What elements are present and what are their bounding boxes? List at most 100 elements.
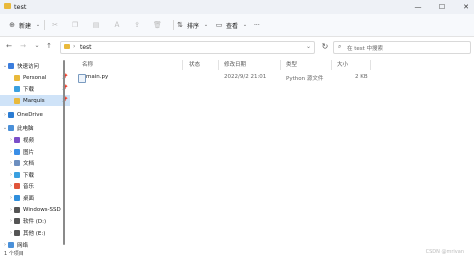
sidebar-item-label: 下载 xyxy=(23,86,35,93)
sidebar-item-label: 网络 xyxy=(17,242,29,249)
minimize-button[interactable]: — xyxy=(412,2,424,12)
sidebar-item-icon xyxy=(14,217,20,224)
sidebar-item[interactable]: › 其他 (E:) xyxy=(0,227,70,238)
column-divider[interactable] xyxy=(331,60,332,70)
title-bar: test — ☐ ✕ xyxy=(0,0,474,14)
plus-icon: ⊕ xyxy=(9,21,15,29)
sidebar-item-icon xyxy=(8,241,14,248)
sidebar-item-label: Personal xyxy=(23,74,47,81)
sidebar-scrollbar[interactable] xyxy=(63,60,65,245)
close-button[interactable]: ✕ xyxy=(460,2,472,12)
sidebar-item[interactable]: ⌄ 快速访问 xyxy=(0,60,64,71)
sidebar-item-label: OneDrive xyxy=(17,111,43,118)
sidebar-item-icon xyxy=(14,194,20,201)
share-icon: ⇪ xyxy=(134,21,140,29)
sidebar-item-label: 文档 xyxy=(23,160,35,167)
sidebar-item[interactable]: ⌄ 此电脑 xyxy=(0,122,64,133)
sidebar-item-label: 下载 xyxy=(23,172,35,179)
sidebar-item-icon xyxy=(14,206,20,213)
chevron-right-icon: › xyxy=(73,43,76,50)
recent-dropdown-button[interactable]: ⌄ xyxy=(33,42,41,49)
sidebar-item-icon xyxy=(14,182,20,189)
view-button[interactable]: ▭ 查看 ⌄ xyxy=(215,20,249,30)
search-box[interactable]: ⌕ 在 test 中搜索 xyxy=(333,41,471,54)
chevron-down-icon: ⌄ xyxy=(203,22,209,28)
sidebar-item-label: 快速访问 xyxy=(17,63,40,70)
scissors-icon: ✂ xyxy=(52,21,58,29)
new-button[interactable]: ⊕ 新建 ⌄ xyxy=(8,20,42,30)
back-button[interactable]: ← xyxy=(5,42,13,50)
file-name: main.py xyxy=(86,74,109,80)
refresh-button[interactable]: ↻ xyxy=(319,41,331,53)
sidebar-item-label: Windows-SSD ( xyxy=(23,206,65,213)
sidebar-item-label: 其他 (E:) xyxy=(23,230,46,237)
sidebar-item-icon xyxy=(14,171,20,178)
delete-button[interactable]: 🗑 xyxy=(153,20,162,30)
sidebar-item-label: 图片 xyxy=(23,149,35,156)
sort-button[interactable]: ⇅ 排序 ⌄ xyxy=(176,20,210,30)
file-type: Python 源文件 xyxy=(286,76,324,82)
sidebar-item-label: Marquis xyxy=(23,97,45,104)
cut-button[interactable]: ✂ xyxy=(51,20,59,30)
sidebar-item-icon xyxy=(14,229,20,236)
view-icon: ▭ xyxy=(215,21,223,29)
navigation-pane: ⌄快速访问Personal📌下载📌Marquis📌 ›OneDrive ⌄此电脑›视… xyxy=(0,58,70,258)
sidebar-item-label: 音乐 xyxy=(23,183,35,190)
chevron-down-icon: ⌄ xyxy=(35,22,41,28)
up-button[interactable]: ↑ xyxy=(45,42,53,50)
paste-button[interactable]: ▤ xyxy=(92,20,100,30)
file-row[interactable]: main.py 2022/9/2 21:01 Python 源文件 2 KB xyxy=(76,72,376,83)
column-header-name[interactable]: 名称 xyxy=(82,60,93,70)
toolbar-divider xyxy=(44,20,45,30)
status-bar: 1 个项目 CSDN @mrivan xyxy=(0,249,474,258)
sidebar-item[interactable]: › 视频 xyxy=(0,134,70,145)
column-divider[interactable] xyxy=(280,60,281,70)
trash-icon: 🗑 xyxy=(153,21,162,29)
sidebar-item[interactable]: › Windows-SSD ( xyxy=(0,204,70,215)
sidebar-item[interactable]: › 图片 xyxy=(0,146,70,157)
column-header-size[interactable]: 大小 xyxy=(337,60,348,70)
sidebar-item[interactable]: › 桌面 xyxy=(0,192,70,203)
column-divider[interactable] xyxy=(182,60,183,70)
sidebar-item[interactable]: › 下载 xyxy=(0,169,70,180)
sidebar-item-icon xyxy=(14,74,20,81)
chevron-down-icon: ⌄ xyxy=(242,22,248,28)
column-divider[interactable] xyxy=(370,60,371,70)
sidebar-item[interactable]: Marquis📌 xyxy=(0,95,70,106)
sidebar-item[interactable]: 下载📌 xyxy=(0,83,70,94)
address-bar[interactable]: › test ⌄ xyxy=(60,41,315,54)
maximize-button[interactable]: ☐ xyxy=(436,2,448,12)
sort-label: 排序 xyxy=(187,22,200,30)
chevron-down-icon[interactable]: ⌄ xyxy=(306,43,311,50)
sidebar-item-label: 桌面 xyxy=(23,195,35,202)
sidebar-item[interactable]: › 文档 xyxy=(0,157,70,168)
more-button[interactable]: ··· xyxy=(254,20,260,30)
column-header-date[interactable]: 修改日期 xyxy=(224,60,246,70)
address-path: test xyxy=(80,44,92,51)
share-button[interactable]: ⇪ xyxy=(133,20,141,30)
clipboard-icon: ▤ xyxy=(92,21,100,29)
sidebar-item[interactable]: › 音乐 xyxy=(0,180,70,191)
search-icon: ⌕ xyxy=(338,43,342,50)
file-date: 2022/9/2 21:01 xyxy=(224,74,267,80)
column-divider[interactable] xyxy=(218,60,219,70)
item-count: 1 个项目 xyxy=(4,251,24,257)
sidebar-item[interactable]: › 软件 (D:) xyxy=(0,215,70,226)
copy-icon: ❐ xyxy=(71,21,79,29)
sidebar-item-icon xyxy=(14,136,20,143)
copy-button[interactable]: ❐ xyxy=(71,20,79,30)
rename-button[interactable]: Ａ xyxy=(113,20,121,30)
sidebar-item[interactable]: › OneDrive xyxy=(0,109,64,120)
sidebar-item-label: 视频 xyxy=(23,137,35,144)
sidebar-item-icon xyxy=(8,124,14,131)
sidebar-item-icon xyxy=(14,97,20,104)
forward-button[interactable]: → xyxy=(19,42,27,50)
column-header-status[interactable]: 状态 xyxy=(189,60,200,70)
folder-icon xyxy=(64,44,70,49)
command-bar: ⊕ 新建 ⌄ ✂ ❐ ▤ Ａ ⇪ 🗑 ⇅ 排序 ⌄ ▭ 查看 ⌄ ··· xyxy=(0,14,474,37)
rename-icon: Ａ xyxy=(113,21,121,29)
sidebar-item[interactable]: Personal📌 xyxy=(0,72,70,83)
column-header-type[interactable]: 类型 xyxy=(286,60,297,70)
sidebar-item-icon xyxy=(8,62,14,69)
view-label: 查看 xyxy=(226,22,239,30)
